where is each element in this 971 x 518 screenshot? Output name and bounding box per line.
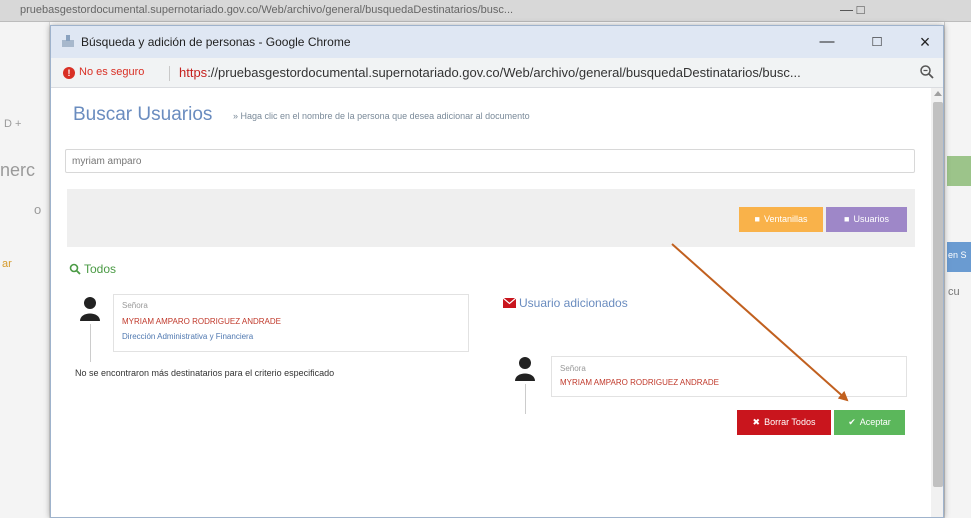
filter-panel: ■ Ventanillas ■ Usuarios: [67, 189, 915, 247]
minimize-button[interactable]: —: [807, 30, 847, 54]
page-hint: » Haga clic en el nombre de la persona q…: [233, 111, 530, 121]
ventanillas-icon: ■: [754, 214, 760, 224]
background-fragment: ar: [2, 258, 12, 270]
popup-window: Búsqueda y adición de personas - Google …: [50, 25, 944, 518]
background-fragment: D +: [4, 118, 22, 130]
clear-all-button[interactable]: ✖ Borrar Todos: [737, 410, 831, 435]
page-icon: [62, 35, 74, 47]
users-icon: ■: [844, 214, 850, 224]
background-fragment: cu: [948, 286, 960, 298]
url-rest: ://pruebasgestordocumental.supernotariad…: [207, 65, 801, 80]
background-window-controls: — □: [840, 2, 865, 17]
accept-button[interactable]: ✔ Aceptar: [834, 410, 905, 435]
results-section-title: Todos: [69, 262, 116, 276]
search-input[interactable]: [65, 149, 915, 173]
added-person-card: Señora MYRIAM AMPARO RODRIGUEZ ANDRADE: [551, 356, 907, 397]
background-fragment: o: [34, 202, 42, 217]
person-avatar-icon: [80, 297, 100, 321]
timeline-line: [90, 324, 91, 362]
not-secure-icon[interactable]: !: [63, 67, 75, 79]
result-person-card[interactable]: Señora MYRIAM AMPARO RODRIGUEZ ANDRADE D…: [113, 294, 469, 352]
clear-all-label: Borrar Todos: [764, 417, 816, 427]
background-fragment: nerc: [0, 160, 36, 180]
added-section-title: Usuario adicionados: [503, 296, 628, 310]
added-avatar-icon: [515, 357, 535, 381]
window-title: Búsqueda y adición de personas - Google …: [81, 35, 351, 49]
address-bar[interactable]: ! No es seguro https://pruebasgestordocu…: [51, 58, 943, 88]
background-url-text: pruebasgestordocumental.supernotariado.g…: [20, 4, 514, 16]
result-person-title: Señora: [122, 301, 148, 310]
results-section-label: Todos: [84, 262, 117, 276]
url-scheme: https: [179, 65, 208, 80]
background-green-block: [947, 156, 971, 186]
added-section-label: Usuario adicionados: [519, 296, 628, 310]
added-person-name: MYRIAM AMPARO RODRIGUEZ ANDRADE: [560, 378, 719, 387]
popup-content: Buscar Usuarios » Haga clic en el nombre…: [51, 88, 931, 517]
result-person-department: Dirección Administrativa y Financiera: [122, 332, 254, 341]
accept-label: Aceptar: [859, 417, 891, 427]
timeline-line: [525, 384, 526, 414]
check-icon: ✔: [848, 417, 856, 427]
added-person-title: Señora: [560, 364, 586, 373]
zoom-icon[interactable]: [919, 64, 935, 80]
maximize-button[interactable]: □: [857, 30, 897, 54]
window-titlebar[interactable]: Búsqueda y adición de personas - Google …: [51, 26, 943, 58]
background-left-panel: D + nerc o ar: [0, 22, 50, 518]
scrollbar-thumb[interactable]: [933, 102, 943, 487]
envelope-icon: [503, 298, 516, 308]
background-address-bar: pruebasgestordocumental.supernotariado.g…: [0, 0, 971, 22]
address-separator: [169, 66, 170, 81]
no-more-results-text: No se encontraron más destinatarios para…: [75, 368, 335, 378]
result-person-name[interactable]: MYRIAM AMPARO RODRIGUEZ ANDRADE: [122, 317, 281, 326]
not-secure-label[interactable]: No es seguro: [79, 66, 144, 78]
ventanillas-button[interactable]: ■ Ventanillas: [739, 207, 823, 232]
scroll-up-arrow-icon[interactable]: [934, 91, 942, 96]
background-fragment: en S: [948, 250, 967, 260]
vertical-scrollbar[interactable]: [931, 88, 943, 517]
page-title: Buscar Usuarios: [73, 104, 213, 125]
search-icon: [69, 263, 81, 275]
close-button[interactable]: ×: [905, 30, 943, 54]
usuarios-button[interactable]: ■ Usuarios: [826, 207, 907, 232]
ventanillas-label: Ventanillas: [763, 214, 808, 224]
background-right-panel: en S cu: [944, 22, 971, 518]
usuarios-label: Usuarios: [853, 214, 889, 224]
url-text[interactable]: https://pruebasgestordocumental.supernot…: [179, 65, 899, 80]
clear-icon: ✖: [752, 417, 761, 427]
